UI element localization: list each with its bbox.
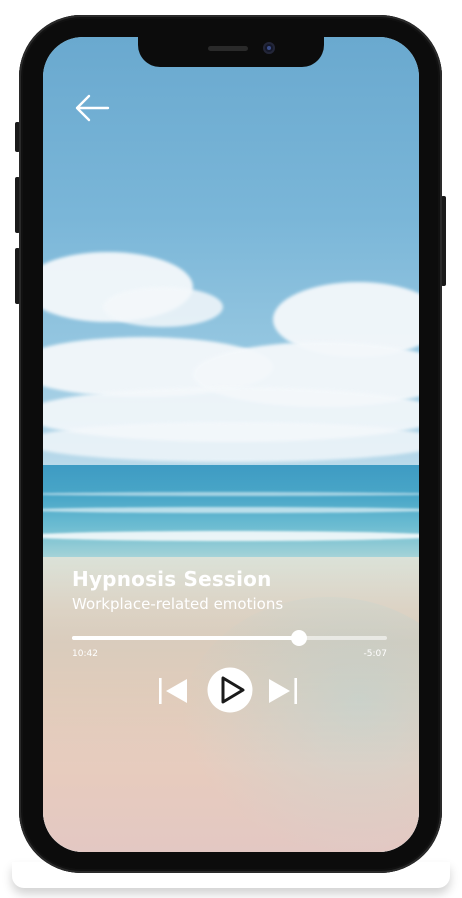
- speaker-grille: [208, 46, 248, 51]
- progress-fill: [72, 636, 299, 640]
- progress-slider[interactable]: [72, 630, 387, 646]
- wave: [43, 492, 419, 496]
- back-button[interactable]: [73, 91, 113, 125]
- play-icon: [207, 667, 253, 713]
- wave: [43, 507, 419, 513]
- session-subtitle: Workplace-related emotions: [72, 595, 284, 613]
- notch: [138, 37, 324, 67]
- player-screen: Hypnosis Session Workplace-related emoti…: [43, 37, 419, 852]
- skip-previous-icon: [159, 678, 187, 704]
- front-camera: [263, 42, 275, 54]
- skip-next-icon: [269, 678, 297, 704]
- arrow-left-icon: [75, 94, 110, 122]
- playback-controls: [155, 667, 305, 715]
- previous-button[interactable]: [157, 675, 191, 707]
- play-button[interactable]: [207, 667, 253, 713]
- session-title: Hypnosis Session: [72, 567, 272, 591]
- remaining-time: -5:07: [363, 649, 387, 659]
- elapsed-time: 10:42: [72, 649, 98, 659]
- stage: Hypnosis Session Workplace-related emoti…: [0, 0, 462, 898]
- text-scrim: [43, 517, 419, 767]
- progress-knob[interactable]: [290, 630, 307, 646]
- next-button[interactable]: [265, 675, 299, 707]
- cloud: [103, 287, 223, 327]
- cloud: [43, 422, 419, 462]
